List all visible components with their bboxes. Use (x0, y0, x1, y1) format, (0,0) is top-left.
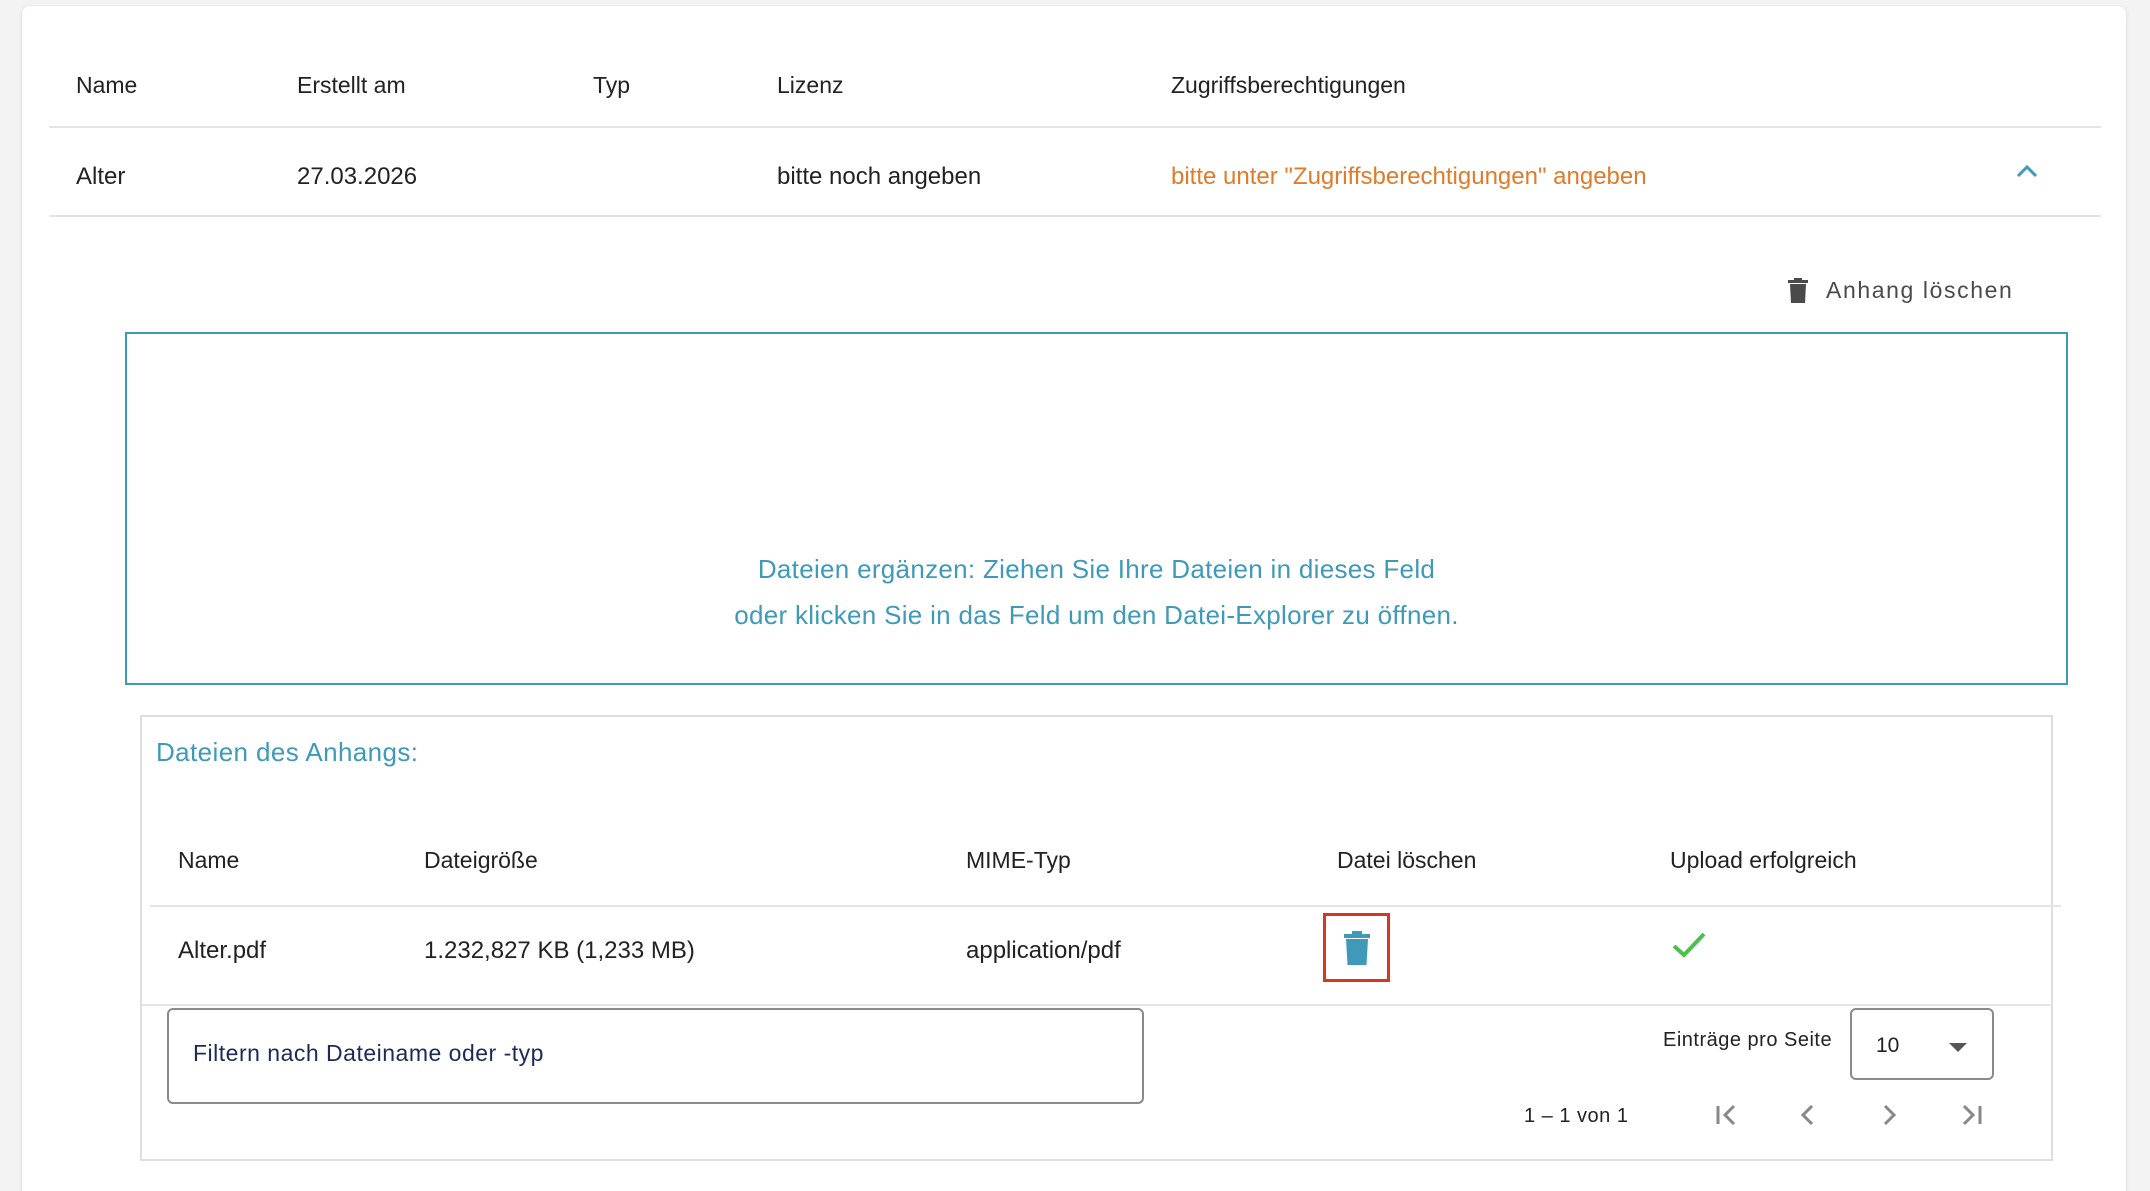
files-row-divider (142, 1004, 2053, 1006)
file-dropzone[interactable]: Dateien ergänzen: Ziehen Sie Ihre Dateie… (125, 332, 2068, 685)
entries-per-page-select[interactable]: 10 (1850, 1008, 1994, 1080)
dropzone-line-1: Dateien ergänzen: Ziehen Sie Ihre Dateie… (757, 554, 1436, 584)
trash-icon (1788, 277, 1808, 303)
files-header-delete: Datei löschen (1337, 847, 1477, 873)
header-name: Name (76, 72, 138, 98)
check-icon (1672, 932, 1706, 958)
header-divider (49, 126, 2101, 128)
header-license: Lizenz (777, 72, 844, 98)
files-title: Dateien des Anhangs: (156, 737, 419, 767)
prev-page-button[interactable] (1788, 1095, 1828, 1135)
dropdown-arrow-icon (1949, 1043, 1967, 1052)
files-header-mime: MIME-Typ (966, 847, 1071, 873)
files-header-size: Dateigröße (424, 847, 538, 873)
dropzone-text: Dateien ergänzen: Ziehen Sie Ihre Dateie… (127, 546, 2066, 638)
delete-attachment-label: Anhang löschen (1826, 276, 2014, 303)
trash-icon (1343, 930, 1370, 965)
entries-per-page-value: 10 (1876, 1034, 1900, 1057)
first-page-icon (1716, 1104, 1736, 1126)
entries-per-page-label: Einträge pro Seite (1663, 1029, 1833, 1051)
next-page-button[interactable] (1869, 1095, 1909, 1135)
files-header-name: Name (178, 847, 240, 873)
attachment-files-panel: Dateien des Anhangs: Name Dateigröße MIM… (140, 715, 2061, 1161)
prev-page-icon (1800, 1104, 1814, 1126)
dropzone-line-2: oder klicken Sie in das Feld um den Date… (734, 600, 1459, 630)
last-page-button[interactable] (1951, 1095, 1991, 1135)
header-created: Erstellt am (297, 72, 406, 98)
file-name: Alter.pdf (178, 937, 267, 964)
row-divider (49, 215, 2101, 217)
attachment-card: Name Erstellt am Typ Lizenz Zugriffsbere… (22, 6, 2126, 1191)
row-created: 27.03.2026 (297, 163, 418, 190)
files-header-upload: Upload erfolgreich (1670, 847, 1857, 873)
chevron-up-icon[interactable] (2015, 162, 2039, 180)
delete-attachment-button[interactable]: Anhang löschen (1788, 274, 2013, 306)
row-license: bitte noch angeben (777, 163, 982, 190)
file-mime: application/pdf (966, 937, 1121, 964)
header-permissions: Zugriffsberechtigungen (1171, 72, 1406, 98)
file-size: 1.232,827 KB (1,233 MB) (424, 937, 695, 964)
row-name: Alter (76, 163, 126, 190)
row-permissions[interactable]: bitte unter "Zugriffsberechtigungen" ang… (1171, 163, 1647, 191)
files-header-divider (150, 905, 2061, 907)
filter-input[interactable] (193, 1040, 1093, 1067)
last-page-icon (1962, 1104, 1982, 1126)
pagination-range: 1 – 1 von 1 (1524, 1105, 1629, 1127)
header-type: Typ (593, 72, 631, 98)
filter-field[interactable] (167, 1008, 1144, 1104)
delete-file-button[interactable] (1323, 913, 1390, 982)
next-page-icon (1883, 1104, 1897, 1126)
first-page-button[interactable] (1707, 1095, 1747, 1135)
